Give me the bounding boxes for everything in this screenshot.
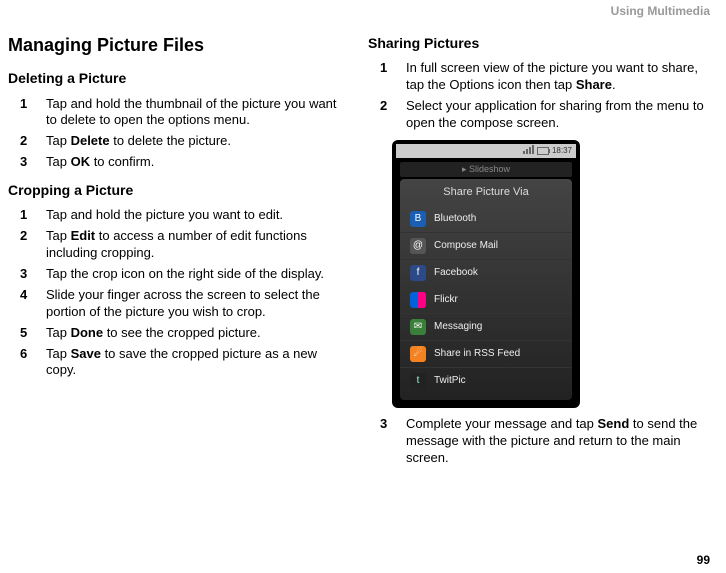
share-row-label: Messaging xyxy=(434,320,482,333)
share-row-label: Facebook xyxy=(434,266,478,279)
page-number: 99 xyxy=(697,553,710,567)
step-text: Complete your message and tap Send to se… xyxy=(406,416,710,467)
section-title: Managing Picture Files xyxy=(8,34,350,57)
phone-illustration: 18:37 ▸ Slideshow Share Picture Via B Blu… xyxy=(392,140,580,408)
sharing-steps-after: 3Complete your message and tap Send to s… xyxy=(368,416,710,467)
share-row: Flickr xyxy=(400,286,572,313)
step-number: 3 xyxy=(8,266,46,283)
list-item: 1Tap and hold the picture you want to ed… xyxy=(8,207,350,224)
share-row-label: TwitPic xyxy=(434,374,466,387)
compose-mail-icon: @ xyxy=(410,238,426,254)
step-number: 4 xyxy=(8,287,46,321)
step-number: 2 xyxy=(8,228,46,262)
share-row-label: Flickr xyxy=(434,293,458,306)
messaging-icon: ✉ xyxy=(410,319,426,335)
list-item: 4Slide your finger across the screen to … xyxy=(8,287,350,321)
step-number: 5 xyxy=(8,325,46,342)
share-row: f Facebook xyxy=(400,259,572,286)
step-text: Tap Done to see the cropped picture. xyxy=(46,325,350,342)
step-text: Tap and hold the thumbnail of the pictur… xyxy=(46,96,350,130)
step-text: Tap Edit to access a number of edit func… xyxy=(46,228,350,262)
step-number: 6 xyxy=(8,346,46,380)
step-text: Tap Save to save the cropped picture as … xyxy=(46,346,350,380)
list-item: 5Tap Done to see the cropped picture. xyxy=(8,325,350,342)
list-item: 6Tap Save to save the cropped picture as… xyxy=(8,346,350,380)
chapter-heading: Using Multimedia xyxy=(611,4,710,18)
bluetooth-icon: B xyxy=(410,211,426,227)
step-number: 3 xyxy=(8,154,46,171)
slideshow-bar: ▸ Slideshow xyxy=(400,162,572,178)
share-row: ☄ Share in RSS Feed xyxy=(400,340,572,367)
step-text: Tap the crop icon on the right side of t… xyxy=(46,266,350,283)
list-item: 3Complete your message and tap Send to s… xyxy=(368,416,710,467)
share-panel-title: Share Picture Via xyxy=(400,183,572,205)
step-number: 1 xyxy=(368,60,406,94)
left-column: Managing Picture Files Deleting a Pictur… xyxy=(8,30,350,470)
facebook-icon: f xyxy=(410,265,426,281)
right-column: Sharing Pictures 1In full screen view of… xyxy=(368,30,710,470)
step-text: Tap Delete to delete the picture. xyxy=(46,133,350,150)
signal-icon xyxy=(522,145,534,157)
list-item: 2Tap Delete to delete the picture. xyxy=(8,133,350,150)
phone-body: ▸ Slideshow Share Picture Via B Bluetooth… xyxy=(396,158,576,404)
share-row: t TwitPic xyxy=(400,367,572,394)
step-number: 2 xyxy=(368,98,406,132)
deleting-steps: 1Tap and hold the thumbnail of the pictu… xyxy=(8,96,350,172)
list-item: 1In full screen view of the picture you … xyxy=(368,60,710,94)
share-row-label: Share in RSS Feed xyxy=(434,347,520,360)
step-text: Slide your finger across the screen to s… xyxy=(46,287,350,321)
share-row: @ Compose Mail xyxy=(400,232,572,259)
clock-time: 18:37 xyxy=(552,146,572,156)
phone-status-bar: 18:37 xyxy=(396,144,576,158)
step-text: Select your application for sharing from… xyxy=(406,98,710,132)
page-content: Managing Picture Files Deleting a Pictur… xyxy=(0,0,726,500)
sharing-steps-before: 1In full screen view of the picture you … xyxy=(368,60,710,132)
step-number: 1 xyxy=(8,207,46,224)
step-text: Tap and hold the picture you want to edi… xyxy=(46,207,350,224)
share-row: ✉ Messaging xyxy=(400,313,572,340)
share-in-rss-feed-icon: ☄ xyxy=(410,346,426,362)
share-row-label: Bluetooth xyxy=(434,212,476,225)
list-item: 2Tap Edit to access a number of edit fun… xyxy=(8,228,350,262)
list-item: 3Tap the crop icon on the right side of … xyxy=(8,266,350,283)
share-panel: Share Picture Via B Bluetooth @ Compose Mai… xyxy=(400,179,572,399)
step-text: In full screen view of the picture you w… xyxy=(406,60,710,94)
list-item: 1Tap and hold the thumbnail of the pictu… xyxy=(8,96,350,130)
step-number: 2 xyxy=(8,133,46,150)
step-number: 1 xyxy=(8,96,46,130)
flickr-icon xyxy=(410,292,426,308)
step-number: 3 xyxy=(368,416,406,467)
step-text: Tap OK to confirm. xyxy=(46,154,350,171)
subheading-deleting: Deleting a Picture xyxy=(8,69,350,87)
list-item: 3Tap OK to confirm. xyxy=(8,154,350,171)
twitpic-icon: t xyxy=(410,373,426,389)
share-row: B Bluetooth xyxy=(400,206,572,232)
list-item: 2Select your application for sharing fro… xyxy=(368,98,710,132)
battery-icon xyxy=(537,147,549,155)
subheading-sharing: Sharing Pictures xyxy=(368,34,710,52)
subheading-cropping: Cropping a Picture xyxy=(8,181,350,199)
share-row-label: Compose Mail xyxy=(434,239,498,252)
cropping-steps: 1Tap and hold the picture you want to ed… xyxy=(8,207,350,379)
